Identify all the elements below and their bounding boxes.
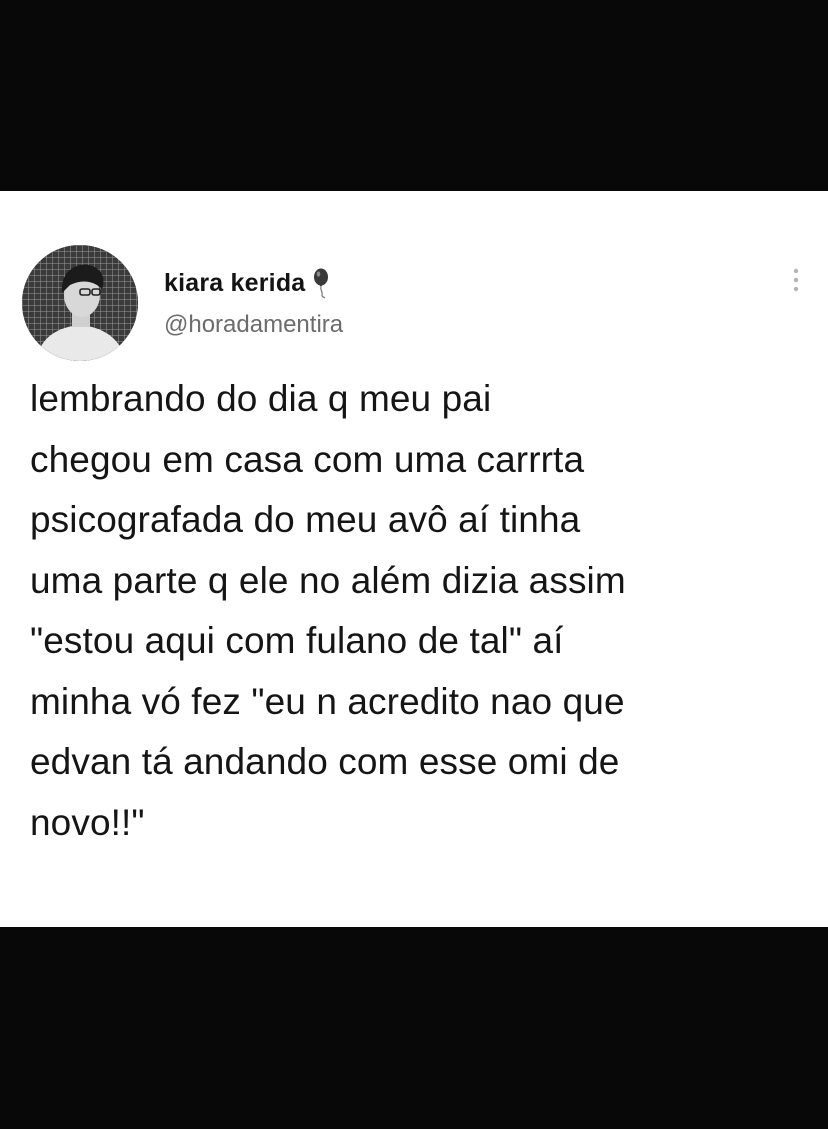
user-handle[interactable]: @horadamentira — [164, 311, 343, 339]
tweet-header: kiara kerida @horadamentira — [164, 263, 343, 339]
more-vertical-icon — [793, 268, 799, 292]
tweet-text: lembrando do dia q meu pai chegou em cas… — [30, 378, 626, 843]
screenshot-frame: kiara kerida @horadamentira lembrando do… — [0, 0, 828, 1129]
balloon-icon — [311, 267, 333, 299]
display-name-row: kiara kerida — [164, 263, 343, 303]
avatar-image — [22, 245, 138, 361]
avatar[interactable] — [22, 245, 138, 361]
more-options-button[interactable] — [786, 261, 806, 301]
display-name[interactable]: kiara kerida — [164, 269, 305, 298]
tweet-card[interactable]: kiara kerida @horadamentira lembrando do… — [0, 191, 828, 927]
